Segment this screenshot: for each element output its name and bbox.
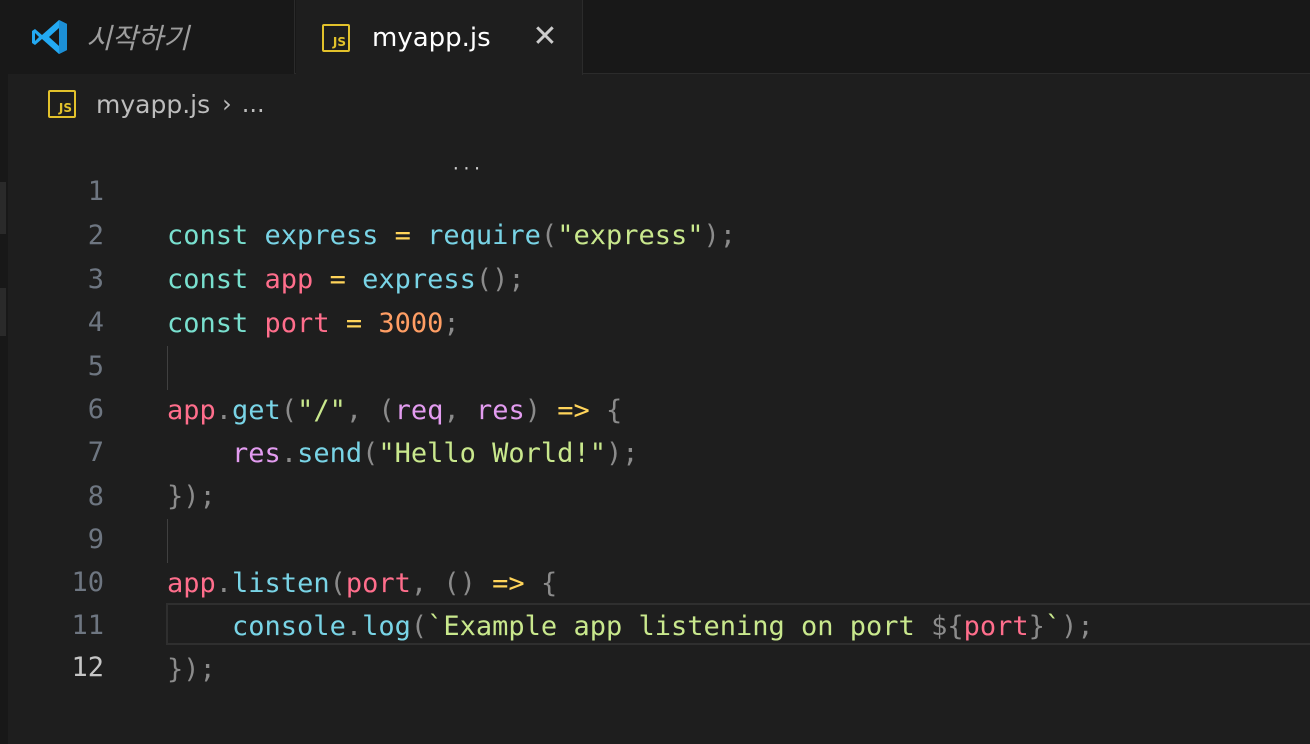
vscode-logo-icon <box>30 17 70 57</box>
close-icon[interactable]: ✕ <box>530 22 560 52</box>
code-line: 7 }); <box>8 387 1310 512</box>
breadcrumb-more[interactable]: ... <box>242 90 265 118</box>
tab-label: myapp.js <box>372 22 491 53</box>
code-line: 5 app.get("/", (req, res) => { <box>8 301 1310 426</box>
line-number: 12 <box>71 652 104 683</box>
code-line: 10 console.log(`Example app listening on… <box>8 517 1310 642</box>
js-file-icon: JS <box>322 23 350 52</box>
tab-bar: 시작하기 JS myapp.js ✕ <box>8 0 1310 75</box>
activity-bar-edge <box>0 0 8 744</box>
code-text: }); <box>167 654 216 685</box>
code-line-active[interactable]: 12 <box>8 602 1310 683</box>
breadcrumb: JS myapp.js › ... <box>48 87 265 121</box>
code-line: 9 app.listen(port, () => { <box>8 474 1310 599</box>
code-line: 8 <box>8 431 1310 512</box>
code-line: 1 const express = require("express"); ··… <box>8 126 1310 252</box>
chevron-right-icon: › <box>222 90 232 118</box>
activity-bar-mark <box>0 288 6 336</box>
tab-label: 시작하기 <box>86 22 190 55</box>
code-line: 2 const app = express(); <box>8 170 1310 295</box>
activity-bar-mark <box>0 182 6 234</box>
tab-myapp-js[interactable]: JS myapp.js ✕ <box>296 0 583 75</box>
code-line: 11 }); <box>8 560 1310 685</box>
tab-welcome[interactable]: 시작하기 <box>8 0 295 74</box>
code-line: 3 const port = 3000; <box>8 214 1310 339</box>
js-file-icon: JS <box>48 90 76 118</box>
code-editor[interactable]: 1 const express = require("express"); ··… <box>8 126 1310 744</box>
breadcrumb-file[interactable]: myapp.js <box>96 90 210 119</box>
code-line: 4 <box>8 257 1310 338</box>
code-line: 6 res.send("Hello World!"); <box>8 344 1310 469</box>
